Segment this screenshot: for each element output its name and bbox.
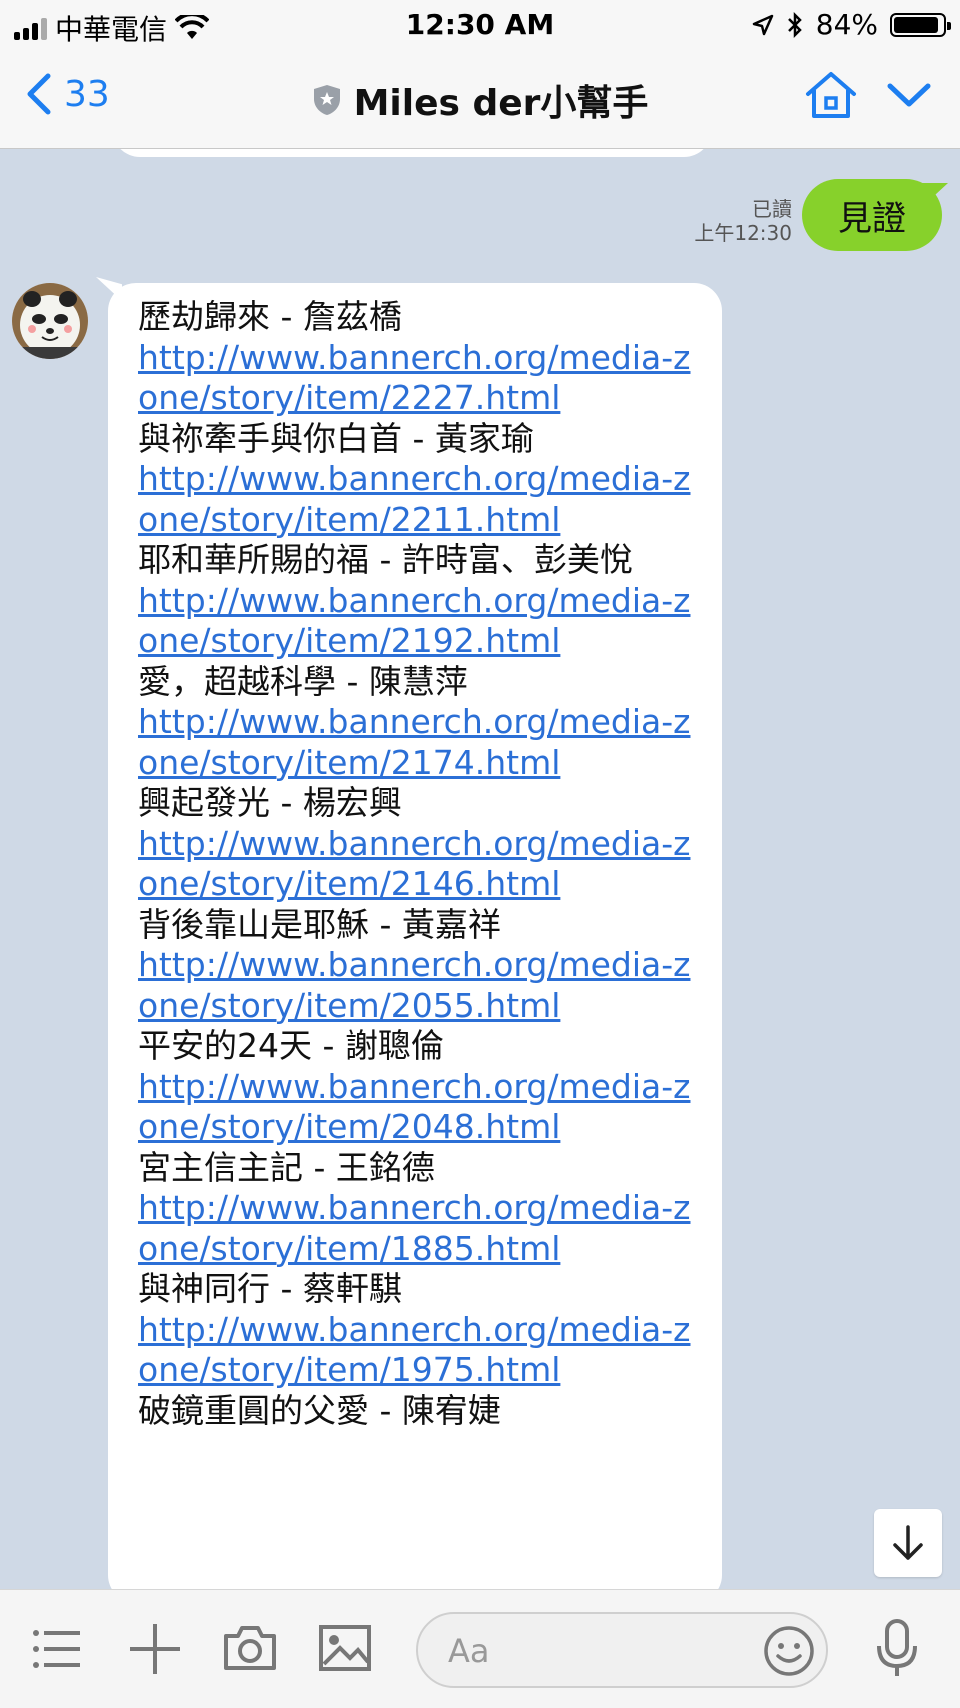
outgoing-message: 已讀 上午12:30 見證	[662, 179, 948, 259]
header-actions	[804, 70, 932, 120]
read-receipt: 已讀	[752, 197, 792, 221]
message-line-title: 耶和華所賜的福 - 許時富、彭美悅	[138, 540, 633, 579]
message-line-title: 平安的24天 - 謝聰倫	[138, 1026, 444, 1065]
message-line-title: 宮主信主記 - 王銘德	[138, 1147, 435, 1187]
avatar[interactable]	[12, 283, 88, 359]
chat-header: 33 Miles der小幫手	[0, 50, 960, 149]
scroll-to-bottom-button[interactable]	[874, 1509, 942, 1577]
message-composer	[0, 1589, 960, 1708]
message-line-title: 愛，超越科學 - 陳慧萍	[138, 661, 468, 701]
panda-avatar-icon	[12, 283, 88, 359]
menu-list-icon[interactable]	[32, 1628, 82, 1670]
message-time: 上午12:30	[694, 221, 792, 245]
message-link[interactable]: http://www.bannerch.org/media-zone/story…	[138, 702, 692, 783]
message-link[interactable]: http://www.bannerch.org/media-zone/story…	[138, 459, 692, 540]
message-link[interactable]: http://www.bannerch.org/media-zone/story…	[138, 581, 692, 662]
message-line-title: 與神同行 - 蔡軒騏	[138, 1269, 402, 1308]
message-link[interactable]: http://www.bannerch.org/media-zone/story…	[138, 1067, 692, 1148]
status-right: 84%	[752, 8, 951, 41]
message-line-title: 背後靠山是耶穌 - 黃嘉祥	[138, 904, 501, 944]
plus-icon[interactable]	[128, 1622, 182, 1676]
message-link[interactable]: http://www.bannerch.org/media-zone/story…	[138, 1310, 692, 1391]
message-link[interactable]: http://www.bannerch.org/media-zone/story…	[138, 1188, 692, 1269]
message-list[interactable]: 已讀 上午12:30 見證 歷劫歸來 - 詹茲橋 http://www.banne…	[0, 149, 960, 1589]
message-meta: 已讀 上午12:30	[672, 197, 792, 245]
message-input[interactable]	[446, 1628, 750, 1674]
incoming-bubble[interactable]: 歷劫歸來 - 詹茲橋 http://www.bannerch.org/media-…	[108, 283, 722, 1589]
emoji-icon[interactable]	[762, 1624, 816, 1678]
status-bar: 中華電信 12:30 AM 84%	[0, 0, 960, 50]
microphone-icon[interactable]	[874, 1618, 920, 1680]
message-line-title: 歷劫歸來 - 詹茲橋	[138, 297, 402, 336]
message-link[interactable]: http://www.bannerch.org/media-zone/story…	[138, 945, 692, 1026]
previous-message-bubble[interactable]	[112, 149, 712, 157]
message-line-title: 興起發光 - 楊宏興	[138, 783, 402, 822]
arrow-down-icon	[893, 1525, 923, 1560]
bluetooth-icon	[787, 11, 802, 38]
message-line-title: 破鏡重圓的父愛 - 陳宥婕	[138, 1390, 501, 1430]
message-link[interactable]: http://www.bannerch.org/media-zone/story…	[138, 824, 692, 905]
image-icon[interactable]	[318, 1624, 372, 1672]
message-input-wrapper[interactable]	[416, 1612, 828, 1688]
chat-title-text: Miles der小幫手	[353, 83, 649, 124]
message-line-title: 與祢牽手與你白首 - 黃家瑜	[138, 418, 534, 458]
outgoing-bubble[interactable]: 見證	[802, 179, 942, 251]
camera-icon[interactable]	[222, 1624, 278, 1672]
official-account-shield-icon	[313, 85, 340, 115]
battery-icon	[890, 12, 951, 37]
message-link[interactable]: http://www.bannerch.org/media-zone/story…	[138, 338, 692, 419]
home-icon[interactable]	[804, 70, 858, 120]
location-arrow-icon	[752, 14, 774, 35]
chevron-down-icon[interactable]	[886, 80, 932, 110]
battery-percent: 84%	[815, 8, 878, 41]
